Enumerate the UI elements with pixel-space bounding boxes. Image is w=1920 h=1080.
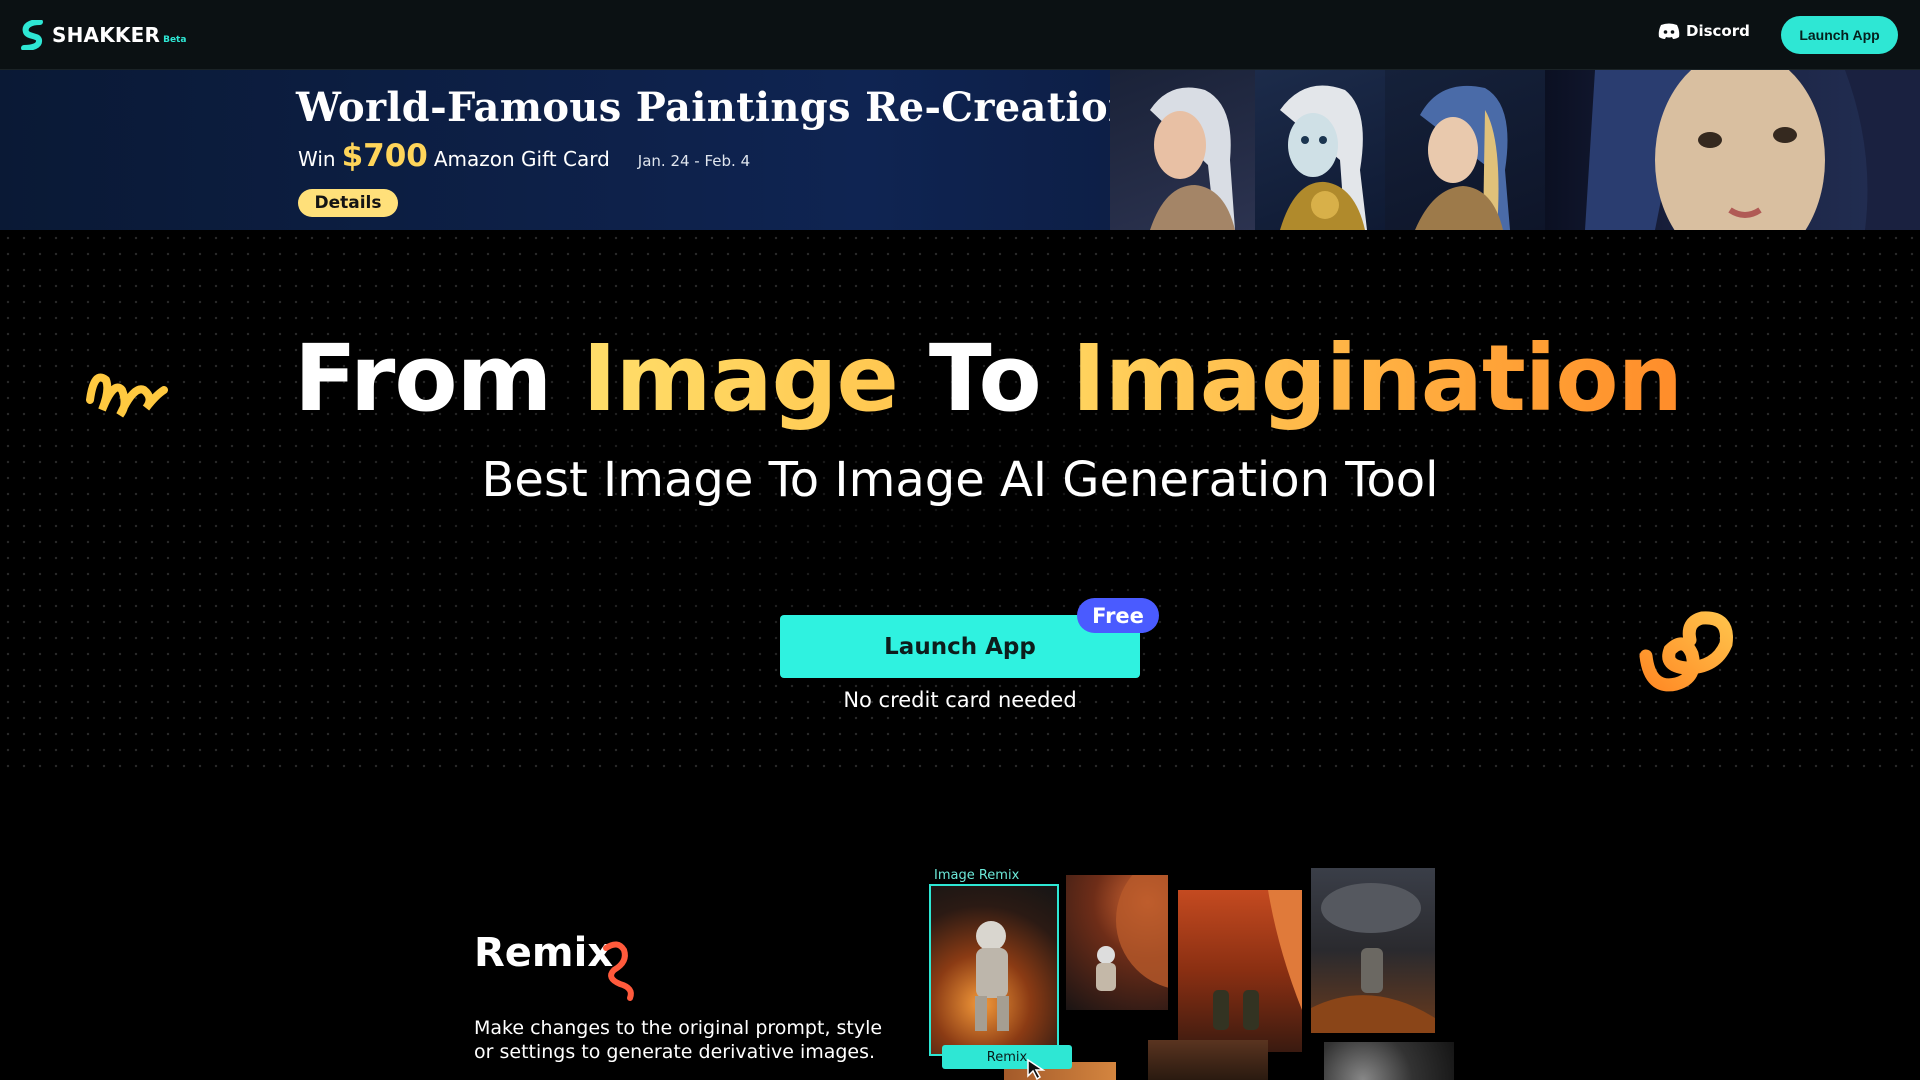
cursor-icon (1027, 1058, 1046, 1080)
logo[interactable]: SHAKKER Beta (20, 20, 186, 50)
top-nav: SHAKKER Beta Discord Launch App (0, 0, 1920, 70)
hero-subtitle: Best Image To Image AI Generation Tool (481, 452, 1439, 508)
squiggle-yellow-decoration (86, 373, 168, 418)
free-badge: Free (1077, 598, 1159, 633)
gift-card-label: Amazon Gift Card (433, 147, 610, 171)
selection-frame (929, 884, 1059, 1056)
image-remix-label: Image Remix (934, 868, 1020, 883)
remix-result-image-2[interactable] (1178, 890, 1302, 1052)
discord-label: Discord (1686, 22, 1750, 40)
loop-orange-decoration (1639, 611, 1733, 692)
remix-description: Make changes to the original prompt, sty… (474, 1017, 883, 1063)
banner-prize: Win $700 Amazon Gift Card Jan. 24 - Feb.… (298, 138, 750, 174)
hero-title: From Image To Imagination (294, 325, 1683, 432)
logo-text: SHAKKER (52, 23, 161, 47)
hero-title-imagination: Imagination (1071, 325, 1683, 432)
details-button[interactable]: Details (298, 189, 398, 217)
remix-result-image-6[interactable] (1324, 1042, 1454, 1080)
remix-button[interactable]: Remix (942, 1045, 1072, 1069)
discord-icon (1658, 23, 1680, 39)
hero-title-to: To (928, 325, 1042, 432)
portrait-image-3 (1385, 70, 1545, 230)
portrait-image-2 (1255, 70, 1385, 230)
beta-badge: Beta (163, 35, 187, 45)
portrait-image-1 (1110, 70, 1260, 230)
portrait-image-4 (1545, 70, 1920, 230)
hero-title-image: Image (582, 325, 898, 432)
nav-launch-app-button[interactable]: Launch App (1781, 16, 1898, 54)
no-credit-card-note: No credit card needed (843, 688, 1077, 712)
shakker-logo-icon (21, 20, 43, 50)
hero-title-from: From (294, 325, 552, 432)
remix-heading: Remix (474, 930, 614, 976)
remix-result-image-1[interactable] (1066, 875, 1168, 1010)
challenge-dates: Jan. 24 - Feb. 4 (637, 152, 751, 170)
squiggle-red-decoration (603, 941, 634, 1001)
prize-amount: $700 (341, 138, 428, 174)
remix-result-image-3[interactable] (1311, 868, 1435, 1033)
win-label: Win (298, 147, 336, 171)
challenge-banner[interactable]: World-Famous Paintings Re-Creation Chall… (0, 70, 1920, 230)
discord-link[interactable]: Discord (1658, 22, 1750, 40)
remix-result-image-5[interactable] (1148, 1040, 1268, 1080)
